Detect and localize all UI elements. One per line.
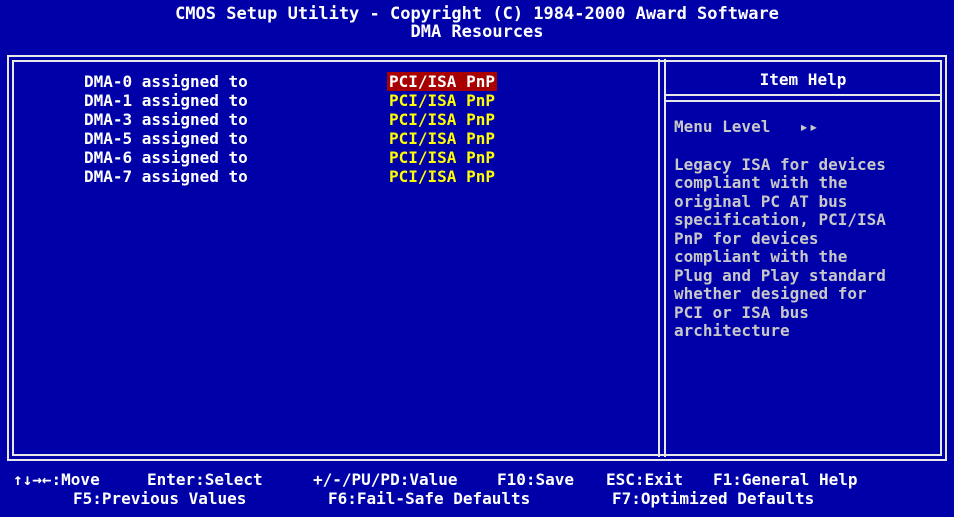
- help-line: compliant with the: [674, 247, 848, 266]
- help-line: whether designed for: [674, 284, 867, 303]
- key-hint-value: +/-/PU/PD:Value: [313, 470, 458, 489]
- help-text: Legacy ISA for devices compliant with th…: [674, 154, 946, 341]
- setting-label: DMA-7 assigned to: [84, 167, 248, 186]
- setting-value[interactable]: PCI/ISA PnP: [387, 148, 497, 167]
- key-hint-save: F10:Save: [497, 470, 575, 489]
- help-separator-inner: [666, 100, 940, 102]
- key-hint-enter: Enter:Select: [147, 470, 263, 489]
- help-line: Legacy ISA for devices: [674, 154, 886, 174]
- setting-row-dma7[interactable]: DMA-7 assigned to PCI/ISA PnP: [84, 167, 644, 186]
- footer-keys: ↑↓→←:Move Enter:Select +/-/PU/PD:Value F…: [0, 470, 954, 508]
- help-line: PCI or ISA bus: [674, 302, 809, 322]
- setting-value[interactable]: PCI/ISA PnP: [387, 129, 497, 148]
- help-line: PnP for devices: [674, 228, 819, 248]
- key-hint-f7: F7:Optimized Defaults: [612, 489, 815, 508]
- setting-value[interactable]: PCI/ISA PnP: [387, 72, 497, 91]
- setting-label: DMA-1 assigned to: [84, 91, 248, 110]
- main-frame: DMA-0 assigned to PCI/ISA PnP DMA-1 assi…: [7, 55, 947, 461]
- item-help-body: Menu Level ▸▸ Legacy ISA for devices com…: [674, 117, 946, 341]
- main-frame-inner: DMA-0 assigned to PCI/ISA PnP DMA-1 assi…: [12, 59, 942, 457]
- footer-rule: [7, 459, 947, 461]
- setting-value[interactable]: PCI/ISA PnP: [387, 110, 497, 129]
- setting-row-dma1[interactable]: DMA-1 assigned to PCI/ISA PnP: [84, 91, 644, 110]
- key-hint-help: F1:General Help: [713, 470, 858, 489]
- panel-divider-inner: [664, 59, 666, 457]
- key-hint-f5: F5:Previous Values: [73, 489, 247, 508]
- setting-row-dma5[interactable]: DMA-5 assigned to PCI/ISA PnP: [84, 129, 644, 148]
- header: CMOS Setup Utility - Copyright (C) 1984-…: [0, 5, 954, 41]
- setting-row-dma0[interactable]: DMA-0 assigned to PCI/ISA PnP: [84, 72, 644, 91]
- setting-row-dma3[interactable]: DMA-3 assigned to PCI/ISA PnP: [84, 110, 644, 129]
- help-line: specification, PCI/ISA: [674, 210, 886, 229]
- setting-label: DMA-0 assigned to: [84, 72, 248, 91]
- help-line: compliant with the: [674, 173, 848, 192]
- help-separator: [666, 94, 940, 96]
- panel-divider: [658, 59, 660, 457]
- key-hint-esc: ESC:Exit: [606, 470, 684, 489]
- setting-row-dma6[interactable]: DMA-6 assigned to PCI/ISA PnP: [84, 148, 644, 167]
- help-line: architecture: [674, 321, 790, 340]
- item-help-title: Item Help: [759, 70, 847, 89]
- setting-label: DMA-5 assigned to: [84, 129, 248, 148]
- setting-value[interactable]: PCI/ISA PnP: [387, 91, 497, 110]
- setting-value[interactable]: PCI/ISA PnP: [387, 167, 497, 186]
- key-hint-f6: F6:Fail-Safe Defaults: [328, 489, 531, 508]
- header-title: CMOS Setup Utility - Copyright (C) 1984-…: [175, 4, 779, 24]
- menu-level: Menu Level ▸▸: [674, 117, 819, 136]
- help-line: original PC AT bus: [674, 191, 848, 211]
- setting-label: DMA-3 assigned to: [84, 110, 248, 129]
- help-line: Plug and Play standard: [674, 265, 886, 285]
- settings-list: DMA-0 assigned to PCI/ISA PnP DMA-1 assi…: [84, 72, 644, 186]
- key-hint-move: ↑↓→←:Move: [13, 470, 100, 489]
- setting-label: DMA-6 assigned to: [84, 148, 248, 167]
- header-subtitle: DMA Resources: [410, 22, 544, 42]
